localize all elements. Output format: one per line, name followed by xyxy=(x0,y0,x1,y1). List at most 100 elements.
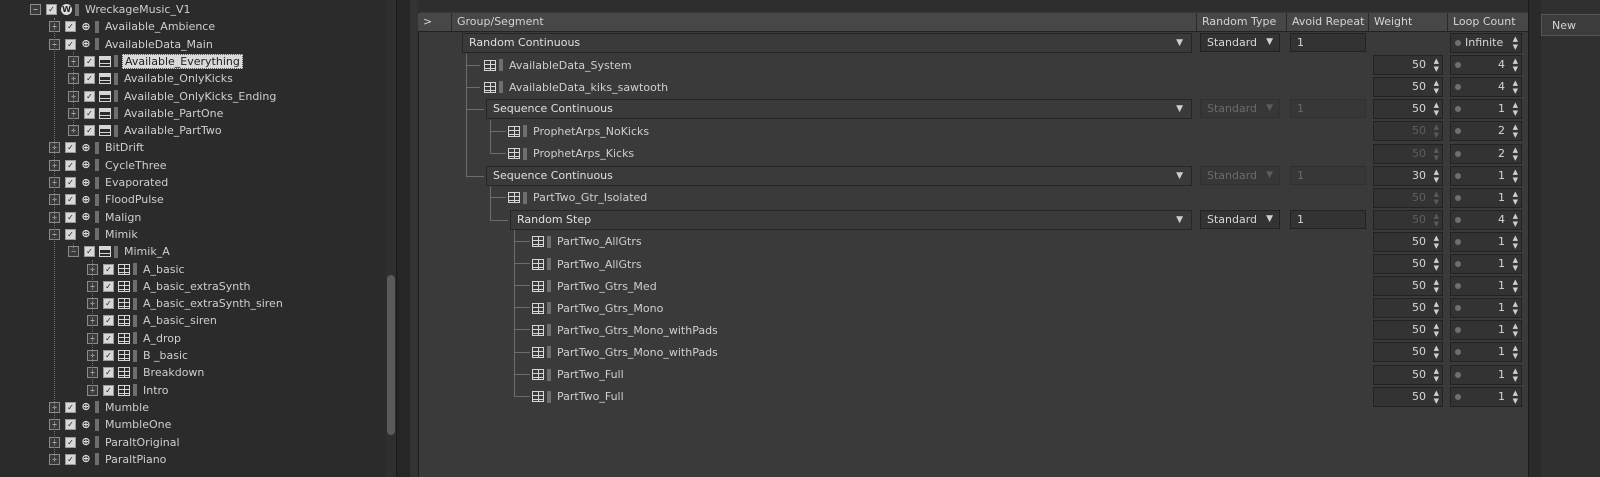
stepper-arrows-icon[interactable]: ▲ ▼ xyxy=(1434,256,1439,272)
infinite-toggle-icon[interactable] xyxy=(1455,106,1461,113)
weight-stepper[interactable]: 50 ▲ ▼ xyxy=(1373,364,1443,385)
segment-row[interactable]: ProphetArps_NoKicks 50 ▲ ▼ 2 ▲ ▼ xyxy=(0,120,1528,142)
stepper-arrows-icon[interactable]: ▲ ▼ xyxy=(1434,57,1439,73)
stepper-arrows-icon[interactable]: ▲ ▼ xyxy=(1513,256,1518,272)
group-type-select[interactable]: Random Step ▼ xyxy=(510,209,1192,230)
stepper-arrows-icon[interactable]: ▲ ▼ xyxy=(1434,278,1439,294)
loop-count-stepper[interactable]: 1 ▲ ▼ xyxy=(1450,386,1522,407)
weight-stepper[interactable]: 50 ▲ ▼ xyxy=(1373,231,1443,252)
checkbox[interactable]: ✓ xyxy=(46,4,57,15)
segment-row[interactable]: PartTwo_Gtrs_Mono_withPads 50 ▲ ▼ 1 ▲ ▼ xyxy=(0,341,1528,363)
stepper-arrows-icon[interactable]: ▲ ▼ xyxy=(1513,146,1518,162)
group-type-select[interactable]: Sequence Continuous ▼ xyxy=(486,99,1192,120)
segment-row[interactable]: PartTwo_Gtrs_Mono 50 ▲ ▼ 1 ▲ ▼ xyxy=(0,297,1528,319)
group-type-select[interactable]: Sequence Continuous ▼ xyxy=(486,165,1192,186)
checkbox[interactable]: ✓ xyxy=(65,453,76,465)
expand-column-header[interactable]: > xyxy=(418,13,452,31)
group-row[interactable]: Sequence Continuous ▼ Standard ▼ 1 30 ▲ ▼ 1 ▲ ▼ xyxy=(0,165,1528,187)
weight-stepper[interactable]: 50 ▲ ▼ xyxy=(1373,276,1443,297)
segment-row[interactable]: PartTwo_Full 50 ▲ ▼ 1 ▲ ▼ xyxy=(0,364,1528,386)
segment-row[interactable]: PartTwo_Full 50 ▲ ▼ 1 ▲ ▼ xyxy=(0,386,1528,408)
loop-count-stepper[interactable]: 1 ▲ ▼ xyxy=(1450,99,1522,120)
loop-count-stepper[interactable]: Infinite ▲ ▼ xyxy=(1450,33,1522,53)
loop-count-stepper[interactable]: 1 ▲ ▼ xyxy=(1450,231,1522,252)
loop-count-stepper[interactable]: 1 ▲ ▼ xyxy=(1450,320,1522,341)
infinite-toggle-icon[interactable] xyxy=(1455,349,1461,356)
weight-stepper[interactable]: 50 ▲ ▼ xyxy=(1373,342,1443,363)
loop-count-stepper[interactable]: 2 ▲ ▼ xyxy=(1450,143,1522,164)
loop-count-stepper[interactable]: 1 ▲ ▼ xyxy=(1450,187,1522,208)
weight-stepper[interactable]: 30 ▲ ▼ xyxy=(1373,165,1443,186)
infinite-toggle-icon[interactable] xyxy=(1455,261,1461,267)
loop-count-stepper[interactable]: 4 ▲ ▼ xyxy=(1450,55,1522,76)
stepper-arrows-icon[interactable]: ▲ ▼ xyxy=(1513,79,1518,95)
loop-count-stepper[interactable]: 4 ▲ ▼ xyxy=(1450,77,1522,98)
avoid-repeat-field[interactable]: 1 xyxy=(1290,209,1366,229)
tree-item[interactable]: + ✓ ⊕ ParaltPiano xyxy=(49,451,168,468)
avoid-repeat-column-header[interactable]: Avoid Repeat xyxy=(1287,13,1369,31)
segment-name[interactable]: PartTwo_Full xyxy=(532,364,626,386)
stepper-arrows-icon[interactable]: ▲ ▼ xyxy=(1434,234,1439,250)
stepper-arrows-icon[interactable]: ▲ ▼ xyxy=(1434,123,1439,139)
weight-stepper[interactable]: 50 ▲ ▼ xyxy=(1373,77,1443,98)
segment-name[interactable]: PartTwo_Full xyxy=(532,386,626,408)
infinite-toggle-icon[interactable] xyxy=(1455,150,1461,157)
stepper-arrows-icon[interactable]: ▲ ▼ xyxy=(1513,190,1518,206)
loop-count-stepper[interactable]: 1 ▲ ▼ xyxy=(1450,276,1522,297)
segment-name[interactable]: PartTwo_Gtrs_Mono_withPads xyxy=(532,319,720,341)
segment-name[interactable]: ProphetArps_Kicks xyxy=(508,143,636,165)
group-row[interactable]: Random Step ▼ Standard ▼ 1 50 ▲ ▼ 4 ▲ ▼ xyxy=(0,209,1528,231)
weight-stepper[interactable]: 50 ▲ ▼ xyxy=(1373,298,1443,319)
segment-name[interactable]: PartTwo_Gtr_Isolated xyxy=(508,187,649,209)
checkbox[interactable]: ✓ xyxy=(65,436,76,448)
stepper-arrows-icon[interactable]: ▲ ▼ xyxy=(1434,212,1439,228)
weight-stepper[interactable]: 50 ▲ ▼ xyxy=(1373,55,1443,76)
infinite-toggle-icon[interactable] xyxy=(1455,283,1461,290)
loop-count-stepper[interactable]: 1 ▲ ▼ xyxy=(1450,342,1522,363)
stepper-arrows-icon[interactable]: ▲ ▼ xyxy=(1434,322,1439,338)
stepper-arrows-icon[interactable]: ▲ ▼ xyxy=(1434,367,1439,383)
stepper-arrows-icon[interactable]: ▲ ▼ xyxy=(1513,278,1518,294)
stepper-arrows-icon[interactable]: ▲ ▼ xyxy=(1434,344,1439,360)
segment-row[interactable]: PartTwo_Gtr_Isolated 50 ▲ ▼ 1 ▲ ▼ xyxy=(0,187,1528,209)
stepper-arrows-icon[interactable]: ▲ ▼ xyxy=(1513,344,1518,360)
random-type-column-header[interactable]: Random Type xyxy=(1197,13,1287,31)
checkbox[interactable]: ✓ xyxy=(65,21,76,33)
segment-row[interactable]: AvailableData_kiks_sawtooth 50 ▲ ▼ 4 ▲ ▼ xyxy=(0,76,1528,98)
tree-item[interactable]: − ✓ W WreckageMusic_V1 xyxy=(30,1,192,18)
stepper-arrows-icon[interactable]: ▲ ▼ xyxy=(1513,57,1518,73)
infinite-toggle-icon[interactable] xyxy=(1455,327,1461,334)
segment-name[interactable]: ProphetArps_NoKicks xyxy=(508,120,651,142)
avoid-repeat-field[interactable]: 1 xyxy=(1290,33,1366,52)
segment-name[interactable]: PartTwo_AllGtrs xyxy=(532,231,644,253)
infinite-toggle-icon[interactable] xyxy=(1455,238,1461,245)
loop-count-stepper[interactable]: 1 ▲ ▼ xyxy=(1450,364,1522,385)
weight-column-header[interactable]: Weight xyxy=(1369,13,1448,31)
infinite-toggle-icon[interactable] xyxy=(1455,393,1461,400)
stepper-arrows-icon[interactable]: ▲ ▼ xyxy=(1513,123,1518,139)
segment-name[interactable]: AvailableData_System xyxy=(484,54,634,76)
stepper-arrows-icon[interactable]: ▲ ▼ xyxy=(1434,389,1439,405)
tree-item[interactable]: + ✓ ⊕ ParaltOriginal xyxy=(49,434,182,451)
group-segment-column-header[interactable]: Group/Segment xyxy=(452,13,1197,31)
segment-name[interactable]: PartTwo_Gtrs_Mono_withPads xyxy=(532,341,720,363)
stepper-arrows-icon[interactable]: ▲ ▼ xyxy=(1434,300,1439,316)
random-type-select[interactable]: Standard ▼ xyxy=(1200,209,1280,229)
checkbox[interactable]: ✓ xyxy=(65,419,76,431)
stepper-arrows-icon[interactable]: ▲ ▼ xyxy=(1434,190,1439,206)
stepper-arrows-icon[interactable]: ▲ ▼ xyxy=(1434,79,1439,95)
stepper-arrows-icon[interactable]: ▲ ▼ xyxy=(1513,101,1518,117)
stepper-arrows-icon[interactable]: ▲ ▼ xyxy=(1513,212,1518,228)
infinite-toggle-icon[interactable] xyxy=(1455,305,1461,312)
loop-count-stepper[interactable]: 1 ▲ ▼ xyxy=(1450,165,1522,186)
segment-row[interactable]: ProphetArps_Kicks 50 ▲ ▼ 2 ▲ ▼ xyxy=(0,143,1528,165)
infinite-toggle-icon[interactable] xyxy=(1455,128,1461,135)
group-type-select[interactable]: Random Continuous ▼ xyxy=(462,33,1192,53)
infinite-toggle-icon[interactable] xyxy=(1455,216,1461,223)
stepper-arrows-icon[interactable]: ▲ ▼ xyxy=(1434,101,1439,117)
loop-count-stepper[interactable]: 2 ▲ ▼ xyxy=(1450,121,1522,142)
stepper-arrows-icon[interactable]: ▲ ▼ xyxy=(1434,146,1439,162)
loop-count-column-header[interactable]: Loop Count xyxy=(1448,13,1528,31)
infinite-toggle-icon[interactable] xyxy=(1455,62,1461,69)
loop-count-stepper[interactable]: 1 ▲ ▼ xyxy=(1450,254,1522,274)
